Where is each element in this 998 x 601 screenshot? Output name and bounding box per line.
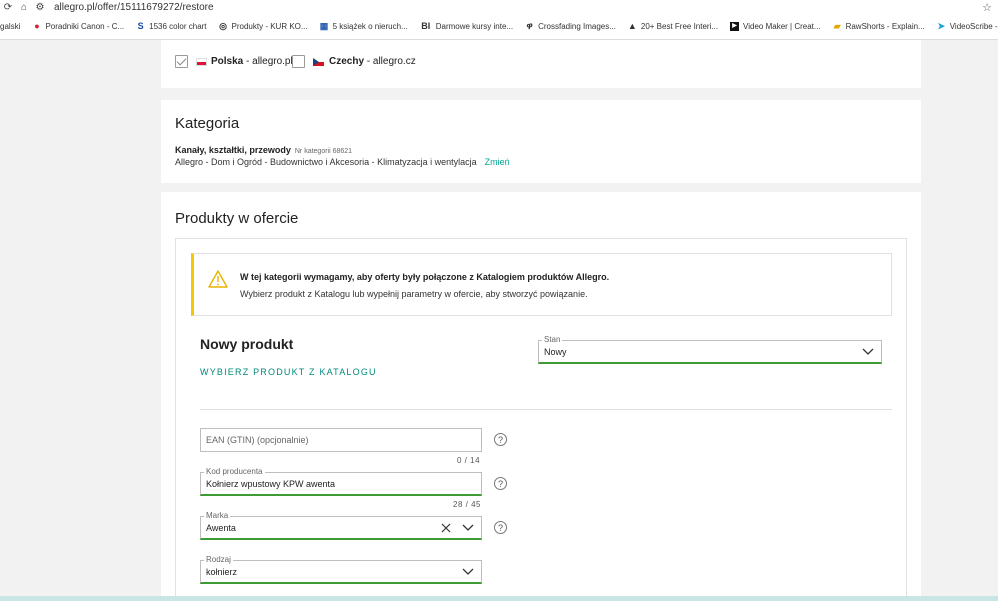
- play-icon: ▶: [730, 22, 740, 31]
- link-icon: ዋ: [526, 21, 533, 31]
- category-name: Kanały, kształtki, przewody Nr kategorii …: [175, 145, 353, 155]
- markets-card: Polska - allegro.pl Czechy - allegro.cz: [161, 40, 921, 88]
- condition-label: Stan: [542, 335, 563, 344]
- category-number: Nr kategorii 68621: [294, 148, 353, 155]
- category-card: Kategoria Kanały, kształtki, przewody Nr …: [161, 100, 921, 183]
- products-heading: Produkty w ofercie: [175, 210, 299, 227]
- poland-flag-icon: [196, 58, 207, 66]
- bookmark-item[interactable]: ➤ VideoScribe - White...: [937, 21, 998, 32]
- site-info-icon[interactable]: ⚙: [32, 2, 48, 13]
- bookmark-label: 1536 color chart: [149, 22, 207, 31]
- globe-icon: ◎: [219, 21, 227, 31]
- bookmark-label: Video Maker | Creat...: [743, 22, 821, 31]
- alert-title: W tej kategorii wymagamy, aby oferty był…: [240, 272, 610, 282]
- chat-icon: ▰: [833, 21, 841, 31]
- type-select[interactable]: Rodzaj kołnierz: [200, 555, 482, 584]
- bookmark-item[interactable]: ● Poradniki Canon - C...: [32, 21, 125, 32]
- url-field[interactable]: allegro.pl/offer/15111679272/restore: [54, 2, 214, 13]
- manufacturer-code-label: Kod producenta: [204, 467, 265, 476]
- warning-icon: [208, 270, 228, 288]
- bookmark-star-icon[interactable]: ☆: [982, 1, 992, 14]
- type-value: kołnierz: [206, 567, 238, 577]
- chevron-down-icon: [462, 524, 474, 531]
- product-panel: W tej kategorii wymagamy, aby oferty był…: [175, 238, 907, 601]
- arrow-icon: ➤: [937, 21, 945, 31]
- catalog-alert: W tej kategorii wymagamy, aby oferty był…: [191, 253, 892, 316]
- bookmark-label: galski: [0, 22, 21, 31]
- bookmark-label: Darmowe kursy inte...: [435, 22, 514, 31]
- bookmark-item[interactable]: BI Darmowe kursy inte...: [420, 21, 514, 32]
- alert-text: Wybierz produkt z Katalogu lub wypełnij …: [240, 289, 588, 299]
- bookmark-label: 5 książek o nieruch...: [332, 22, 408, 31]
- bookmark-label: Poradniki Canon - C...: [45, 22, 125, 31]
- chevron-down-icon: [862, 348, 874, 355]
- condition-value: Nowy: [544, 347, 567, 357]
- section-divider: [200, 409, 892, 410]
- manufacturer-code-value: Kołnierz wpustowy KPW awenta: [206, 479, 336, 489]
- change-category-link[interactable]: Zmień: [485, 157, 510, 167]
- manufacturer-code-counter: 28 / 45: [453, 500, 481, 509]
- canon-dot-icon: ●: [34, 21, 40, 31]
- bookmark-label: Produkty - KUR KO...: [231, 22, 308, 31]
- house-icon: ▲: [627, 21, 637, 31]
- bookmark-item[interactable]: galski: [0, 22, 20, 31]
- reload-icon[interactable]: ⟳: [0, 2, 16, 13]
- bookmark-label: RawShorts - Explain...: [845, 22, 925, 31]
- products-card: Produkty w ofercie W tej kategorii wymag…: [161, 192, 921, 601]
- brand-value: Awenta: [206, 523, 236, 533]
- category-path: Allegro - Dom i Ogród - Budownictwo i Ak…: [175, 157, 510, 167]
- bi-logo-icon: BI: [421, 21, 431, 31]
- bookmark-label: 20+ Best Free Interi...: [640, 22, 719, 31]
- market-pl-checkbox[interactable]: [175, 55, 188, 68]
- market-pl-label: Polska - allegro.pl: [211, 56, 293, 67]
- bookmark-item[interactable]: ▲ 20+ Best Free Interi...: [627, 21, 719, 32]
- condition-select[interactable]: Stan Nowy: [538, 335, 882, 364]
- bookmark-label: VideoScribe - White...: [949, 22, 998, 31]
- bookmark-item[interactable]: ◎ Produkty - KUR KO...: [219, 21, 308, 32]
- category-heading: Kategoria: [175, 115, 240, 132]
- bookmark-item[interactable]: ▶ Video Maker | Creat...: [730, 22, 821, 31]
- home-icon[interactable]: ⌂: [16, 2, 32, 13]
- ean-placeholder: EAN (GTIN) (opcjonalnie): [206, 435, 309, 445]
- bookmark-item[interactable]: S 1536 color chart: [136, 21, 207, 32]
- manufacturer-code-help-icon[interactable]: ?: [494, 477, 507, 490]
- market-cz-label: Czechy - allegro.cz: [329, 56, 416, 67]
- market-cz-checkbox[interactable]: [292, 55, 305, 68]
- bookmarks-bar: galski ● Poradniki Canon - C... S 1536 col…: [0, 14, 998, 40]
- brand-label: Marka: [204, 511, 231, 520]
- ean-input[interactable]: EAN (GTIN) (opcjonalnie): [200, 428, 482, 452]
- page-icon: ▦: [319, 21, 329, 31]
- bookmark-item[interactable]: ▰ RawShorts - Explain...: [833, 21, 925, 32]
- czech-flag-icon: [313, 58, 324, 66]
- brand-help-icon[interactable]: ?: [494, 521, 507, 534]
- bookmark-label: Crossfading Images...: [538, 22, 616, 31]
- choose-from-catalog-link[interactable]: WYBIERZ PRODUKT Z KATALOGU: [200, 367, 377, 377]
- bookmark-item[interactable]: ዋ Crossfading Images...: [525, 21, 616, 32]
- ean-help-icon[interactable]: ?: [494, 433, 507, 446]
- bookmark-item[interactable]: ▦ 5 książek o nieruch...: [319, 21, 408, 32]
- s-logo-icon: S: [137, 21, 144, 31]
- bottom-status-bar: [0, 596, 998, 601]
- browser-address-bar: ⟳ ⌂ ⚙ allegro.pl/offer/15111679272/resto…: [0, 0, 998, 14]
- manufacturer-code-input[interactable]: Kod producenta Kołnierz wpustowy KPW awe…: [200, 467, 482, 496]
- ean-counter: 0 / 14: [457, 456, 481, 465]
- type-label: Rodzaj: [204, 555, 233, 564]
- brand-select[interactable]: Marka Awenta: [200, 511, 482, 540]
- new-product-title: Nowy produkt: [200, 336, 294, 352]
- clear-icon[interactable]: [441, 523, 451, 533]
- chevron-down-icon: [462, 568, 474, 575]
